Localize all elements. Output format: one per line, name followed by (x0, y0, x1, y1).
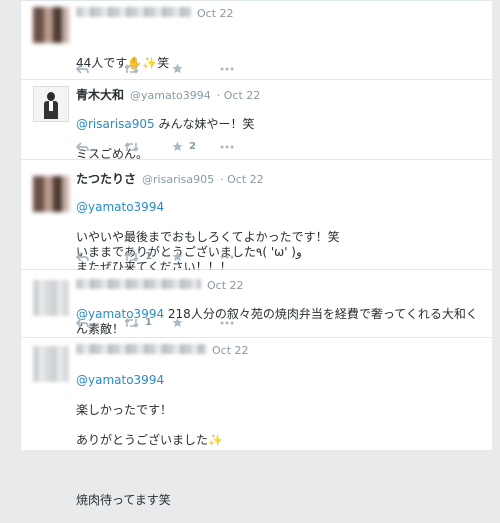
favorite-button[interactable] (172, 317, 220, 328)
tweet-line: @risarisa905 みんな妹やー！笑 (76, 117, 254, 132)
tweet-header: Oct 22 (76, 279, 244, 292)
retweet-count: 1 (145, 251, 152, 262)
tweet[interactable]: Oct 22 @yamato3994 楽しかったです！ ありがとうございました✨… (20, 338, 492, 507)
tweet[interactable]: Oct 22 @yamato3994 218人分の叙々苑の焼肉弁当を経費で奢って… (20, 270, 492, 338)
retweet-icon (124, 251, 139, 262)
tweet-header: Oct 22 (76, 344, 249, 357)
user-handle[interactable]: @yamato3994 (130, 89, 211, 102)
favorite-icon (172, 251, 183, 262)
tweet-header: Oct 22 (76, 7, 234, 20)
tweet-actions: 1 (76, 251, 268, 262)
tweet-time[interactable]: Oct 22 (212, 344, 249, 357)
timeline: Oct 22 44人です✋✨笑 青木大和 @yamato3994 · Oct 2… (0, 0, 500, 507)
tweet-text: @yamato3994 218人分の叙々苑の焼肉弁当を経費で奢ってくれる大和くん… (76, 292, 486, 337)
reply-button[interactable] (76, 141, 124, 152)
avatar-person-shirt (49, 101, 53, 111)
tweet[interactable]: たつたりさ @risarisa905 · Oct 22 @yamato3994 … (20, 160, 492, 274)
more-icon (220, 145, 234, 148)
retweet-count: 1 (145, 317, 152, 328)
more-button[interactable] (220, 145, 268, 149)
more-icon (220, 67, 234, 70)
retweet-icon (124, 63, 139, 74)
retweet-button[interactable] (124, 63, 172, 74)
tweet-actions: 2 (76, 141, 268, 152)
more-button[interactable] (220, 67, 268, 71)
reply-icon (76, 251, 89, 262)
reply-button[interactable] (76, 251, 124, 262)
avatar[interactable] (33, 280, 69, 316)
retweet-icon (124, 317, 139, 328)
more-icon (220, 321, 234, 324)
favorite-icon (172, 63, 183, 74)
tweet[interactable]: 青木大和 @yamato3994 · Oct 22 @risarisa905 み… (20, 80, 492, 161)
avatar[interactable] (33, 346, 69, 382)
favorite-button[interactable] (172, 251, 220, 262)
retweet-button[interactable]: 1 (124, 251, 172, 262)
reply-icon (76, 63, 89, 74)
reply-button[interactable] (76, 63, 124, 74)
display-name[interactable]: 青木大和 (76, 86, 124, 103)
tweet-line: ありがとうございました✨ (76, 433, 223, 448)
retweet-button[interactable]: 1 (124, 317, 172, 328)
more-button[interactable] (220, 255, 268, 259)
retweet-icon (124, 141, 139, 152)
reply-icon (76, 141, 89, 152)
more-button[interactable] (220, 321, 268, 325)
mention-link[interactable]: @yamato3994 (76, 373, 223, 388)
avatar[interactable] (33, 7, 69, 43)
tweet-time[interactable]: · Oct 22 (217, 89, 261, 102)
tweet-text-rest: みんな妹やー！笑 (154, 117, 255, 131)
tweet-header: 青木大和 @yamato3994 · Oct 22 (76, 86, 260, 103)
more-icon (220, 255, 234, 258)
avatar-person-head (47, 92, 55, 101)
favorite-button[interactable] (172, 63, 220, 74)
tweet-line: 焼肉待ってます笑 (76, 493, 171, 507)
avatar[interactable] (33, 86, 69, 122)
tweet[interactable]: Oct 22 44人です✋✨笑 (20, 0, 492, 80)
mention-link[interactable]: @risarisa905 (76, 117, 155, 131)
favorite-icon (172, 141, 183, 152)
retweet-button[interactable] (124, 141, 172, 152)
tweet-actions: 1 (76, 317, 268, 328)
favorite-icon (172, 317, 183, 328)
favorite-button[interactable]: 2 (172, 141, 220, 152)
avatar[interactable] (33, 176, 69, 212)
tweet-line-text: ありがとうございました (76, 433, 209, 447)
blurred-display-name[interactable] (76, 279, 201, 289)
reply-icon (76, 317, 89, 328)
tweet-time[interactable]: Oct 22 (207, 279, 244, 292)
tweet-line: 楽しかったです！ (76, 403, 173, 417)
blurred-display-name[interactable] (76, 7, 191, 17)
mention-link[interactable]: @yamato3994 (76, 200, 340, 215)
sparkle-icon: ✨ (208, 433, 223, 447)
favorite-count: 2 (189, 141, 196, 152)
blurred-display-name[interactable] (76, 344, 206, 354)
reply-button[interactable] (76, 317, 124, 328)
tweet-time[interactable]: Oct 22 (197, 7, 234, 20)
tweet-text: @yamato3994 楽しかったです！ ありがとうございました✨ 焼肉待ってま… (76, 358, 223, 523)
tweet-actions (76, 63, 268, 74)
